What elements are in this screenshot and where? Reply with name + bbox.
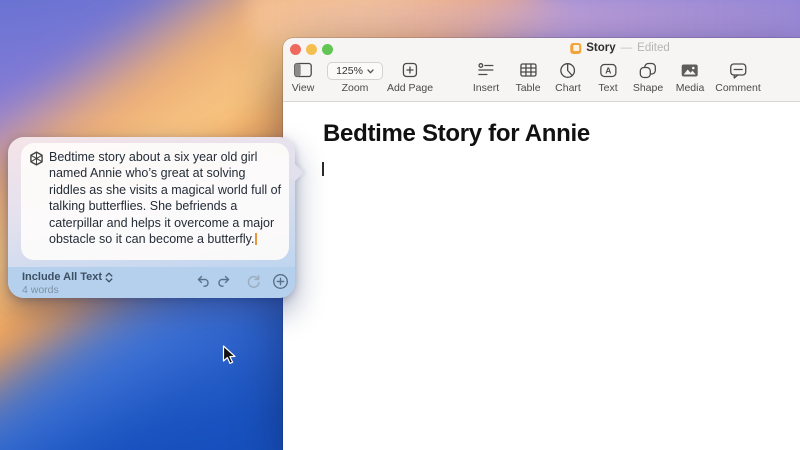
toolbar: View 125% Zoom Add Page Insert [283,60,800,102]
footer-icon-row [194,272,289,290]
text-caret [255,233,257,245]
scope-selector[interactable]: Include All Text [22,271,113,283]
title-separator: — [621,42,633,54]
mouse-cursor [222,345,238,367]
updown-chevron-icon [105,272,113,283]
sidebar-icon [293,62,312,78]
zoom-dropdown[interactable]: 125% [327,62,383,80]
document-heading: Bedtime Story for Annie [323,120,590,148]
retry-button[interactable] [244,272,262,290]
toolbar-chart-button[interactable]: Chart [555,60,581,94]
pages-window: Story — Edited View 125% Zoom Add P [283,38,800,450]
prompt-bubble[interactable]: Bedtime story about a six year old girl … [21,143,289,260]
toolbar-view-button[interactable]: View [292,60,315,94]
word-count: 4 words [22,284,59,296]
document-canvas[interactable]: Bedtime Story for Annie [283,102,800,450]
toolbar-comment-button[interactable]: Comment [715,60,761,94]
window-title: Story [586,42,615,54]
minimize-button[interactable] [306,44,317,55]
titlebar[interactable]: Story — Edited [283,38,800,60]
redo-button[interactable] [214,272,232,290]
toolbar-shape-button[interactable]: Shape [633,60,663,94]
toolbar-text-button[interactable]: A Text [598,60,617,94]
popup-footer: Include All Text 4 words [8,267,295,298]
media-icon [681,63,699,78]
insert-icon [477,62,495,78]
toolbar-zoom-control[interactable]: 125% Zoom [327,60,383,94]
text-icon: A [599,63,617,78]
toolbar-add-page-button[interactable]: Add Page [387,60,433,94]
redo-icon [216,274,231,288]
openai-icon [28,150,45,167]
shape-icon [639,62,657,79]
window-title-group: Story — Edited [570,42,670,54]
toolbar-insert-button[interactable]: Insert [473,60,499,94]
fullscreen-button[interactable] [322,44,333,55]
add-button[interactable] [271,272,289,290]
prompt-text[interactable]: Bedtime story about a six year old girl … [49,149,283,247]
table-icon [519,62,537,78]
toolbar-media-button[interactable]: Media [676,60,705,94]
retry-icon [246,274,261,289]
undo-icon [196,274,211,288]
close-button[interactable] [290,44,301,55]
undo-button[interactable] [194,272,212,290]
add-page-icon [402,62,418,78]
add-icon [272,273,289,290]
assistant-popup: Bedtime story about a six year old girl … [8,137,295,298]
comment-icon [729,62,747,79]
chart-icon [560,62,577,79]
chevron-down-icon [367,69,374,74]
document-icon [570,43,581,54]
svg-text:A: A [605,65,611,75]
insertion-caret [322,162,324,176]
toolbar-table-button[interactable]: Table [515,60,540,94]
edited-status: Edited [637,42,670,54]
